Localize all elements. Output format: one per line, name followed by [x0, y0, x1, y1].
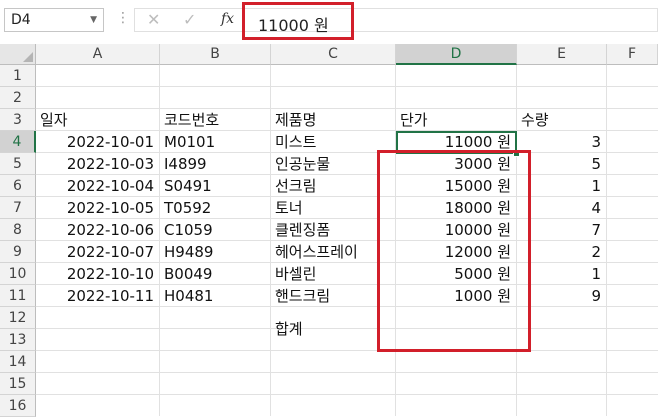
cell-code[interactable]: I4899 [160, 153, 271, 175]
column-header-b[interactable]: B [160, 44, 271, 65]
row-header-7[interactable]: 7 [0, 197, 36, 219]
row-header-2[interactable]: 2 [0, 87, 36, 109]
header-price[interactable]: 단가 [396, 109, 517, 131]
row-header-10[interactable]: 10 [0, 263, 36, 285]
row-header-9[interactable]: 9 [0, 241, 36, 263]
cancel-icon[interactable]: ✕ [147, 10, 160, 29]
row-header-1[interactable]: 1 [0, 65, 36, 87]
row-header-8[interactable]: 8 [0, 219, 36, 241]
spreadsheet-grid: A B C D E F 1 2 3 4 5 6 7 8 9 10 11 12 1… [0, 44, 658, 417]
row-header-6[interactable]: 6 [0, 175, 36, 197]
cell-date[interactable]: 2022-10-10 [36, 263, 160, 285]
chevron-down-icon[interactable]: ▼ [90, 15, 97, 25]
cell-code[interactable]: H9489 [160, 241, 271, 263]
annotation-box-formula [242, 2, 354, 40]
cell-date[interactable]: 2022-10-05 [36, 197, 160, 219]
cell-date[interactable]: 2022-10-11 [36, 285, 160, 307]
gridline [36, 350, 658, 351]
select-all-button[interactable] [0, 44, 36, 65]
name-box[interactable]: D4 ▼ [4, 8, 104, 32]
row-header-16[interactable]: 16 [0, 395, 36, 417]
gridline [36, 86, 658, 87]
cell-date[interactable]: 2022-10-01 [36, 131, 160, 153]
name-box-value: D4 [11, 12, 31, 28]
cell-code[interactable]: M0101 [160, 131, 271, 153]
row-header-4[interactable]: 4 [0, 131, 36, 153]
header-date[interactable]: 일자 [36, 109, 160, 131]
column-header-a[interactable]: A [36, 44, 160, 65]
cell-date[interactable]: 2022-10-06 [36, 219, 160, 241]
cell-code[interactable]: C1059 [160, 219, 271, 241]
header-qty[interactable]: 수량 [517, 109, 607, 131]
cell-code[interactable]: T0592 [160, 197, 271, 219]
cell-date[interactable]: 2022-10-03 [36, 153, 160, 175]
column-header-c[interactable]: C [271, 44, 396, 65]
row-header-5[interactable]: 5 [0, 153, 36, 175]
header-product[interactable]: 제품명 [271, 109, 396, 131]
insert-function-icon[interactable]: fx [221, 11, 234, 27]
row-header-12[interactable]: 12 [0, 307, 36, 329]
cell-code[interactable]: H0481 [160, 285, 271, 307]
row-header-13[interactable]: 13 [0, 329, 36, 351]
row-header-15[interactable]: 15 [0, 373, 36, 395]
column-header-f[interactable]: F [607, 44, 658, 65]
formula-bar: D4 ▼ ⋮ ✕ ✓ fx 11000 원 [0, 0, 658, 40]
cell-date[interactable]: 2022-10-07 [36, 241, 160, 263]
gridline [36, 372, 658, 373]
row-header-14[interactable]: 14 [0, 351, 36, 373]
cell-date[interactable]: 2022-10-04 [36, 175, 160, 197]
column-header-e[interactable]: E [517, 44, 607, 65]
row-header-3[interactable]: 3 [0, 109, 36, 131]
header-code[interactable]: 코드번호 [160, 109, 271, 131]
cell-code[interactable]: S0491 [160, 175, 271, 197]
cell-code[interactable]: B0049 [160, 263, 271, 285]
formula-buttons: ✕ ✓ fx [134, 8, 244, 32]
select-all-triangle-icon [23, 52, 33, 62]
column-header-d[interactable]: D [396, 44, 517, 65]
confirm-icon[interactable]: ✓ [183, 10, 196, 29]
gridline [36, 394, 658, 395]
row-header-11[interactable]: 11 [0, 285, 36, 307]
annotation-box-price-column [377, 150, 531, 352]
more-options-icon[interactable]: ⋮ [116, 10, 130, 26]
